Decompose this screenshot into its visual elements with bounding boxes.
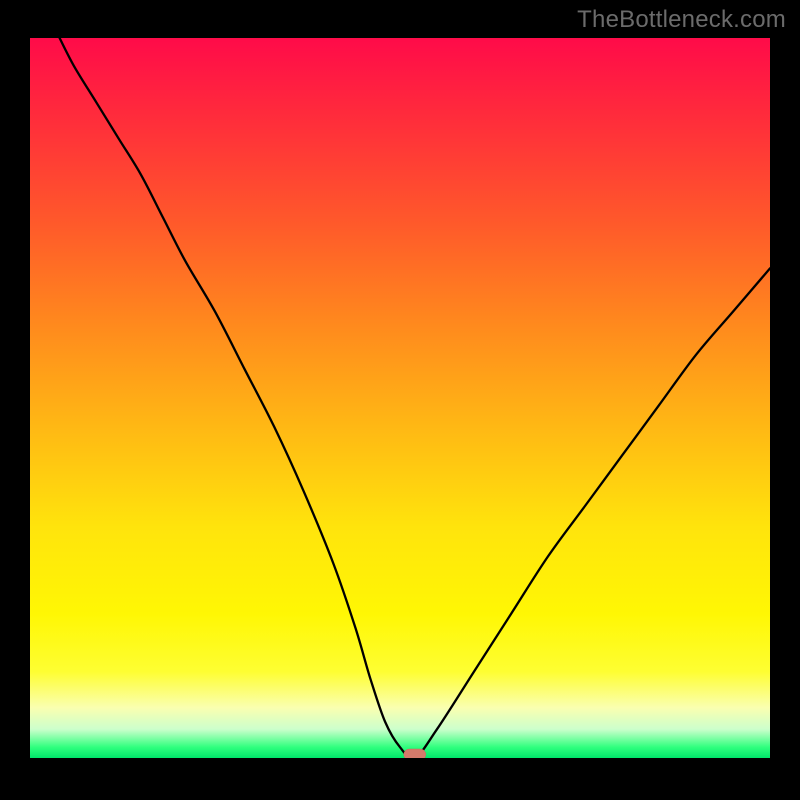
watermark-text: TheBottleneck.com bbox=[577, 6, 786, 34]
chart-container: TheBottleneck.com bbox=[0, 0, 800, 800]
curve-svg bbox=[30, 38, 770, 758]
bottleneck-curve bbox=[60, 38, 770, 758]
plot-area bbox=[30, 38, 770, 758]
optimum-marker bbox=[404, 749, 426, 758]
